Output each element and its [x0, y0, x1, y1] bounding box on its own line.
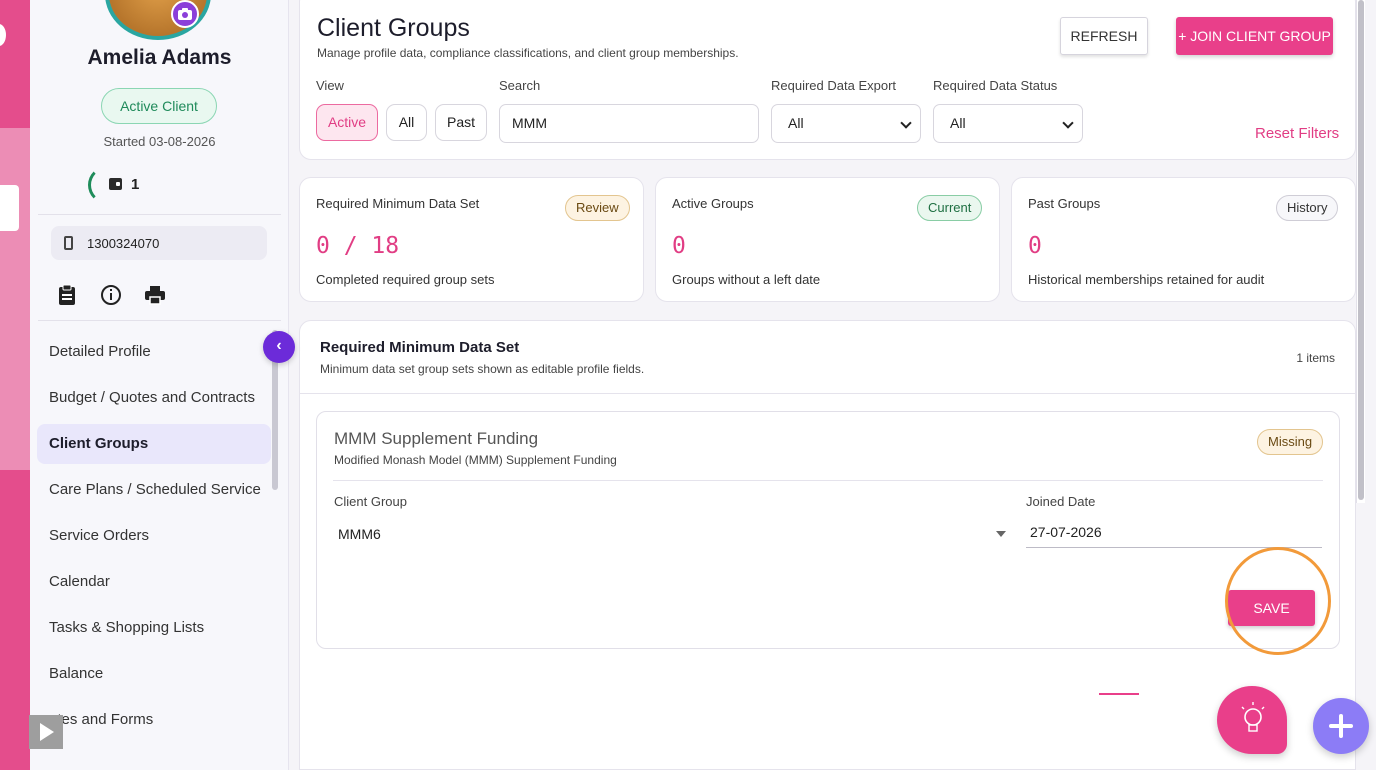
chevron-left-icon[interactable]: ‹ — [263, 331, 295, 363]
highlight-ring — [1225, 547, 1331, 655]
section-subtitle: Minimum data set group sets shown as edi… — [320, 362, 645, 376]
export-select-value: All — [788, 115, 804, 131]
sidebar-item-client-groups[interactable]: Client Groups — [37, 424, 271, 464]
phone-number: 1300324070 — [87, 236, 160, 251]
joined-date-label: Joined Date — [1026, 494, 1096, 509]
wallet-icon — [109, 178, 122, 190]
section-title: Required Minimum Data Set — [320, 339, 520, 356]
refresh-button[interactable]: REFRESH — [1060, 17, 1148, 55]
sidebar: Amelia Adams Active Client Started 03-08… — [30, 0, 289, 770]
sidebar-nav: Detailed Profile Budget / Quotes and Con… — [37, 332, 271, 746]
stat-title: Past Groups — [1028, 196, 1101, 211]
divider — [333, 480, 1323, 481]
divider — [300, 393, 1357, 394]
wallet-count: 1 — [131, 176, 140, 193]
stat-title: Active Groups — [672, 196, 754, 211]
camera-icon[interactable] — [171, 0, 199, 28]
status-select[interactable]: All — [933, 104, 1083, 143]
reset-filters-link[interactable]: Reset Filters — [1255, 125, 1339, 142]
tab-indicator — [1099, 693, 1139, 695]
group-set-subtitle: Modified Monash Model (MMM) Supplement F… — [334, 453, 617, 467]
rail-highlight — [0, 128, 30, 470]
sidebar-item-tasks[interactable]: Tasks & Shopping Lists — [37, 608, 271, 648]
joined-date-field[interactable]: 27-07-2026 — [1030, 524, 1102, 540]
sidebar-item-calendar[interactable]: Calendar — [37, 562, 271, 602]
caret-down-icon[interactable] — [996, 531, 1006, 537]
phone-box[interactable]: 1300324070 — [51, 226, 267, 260]
item-count: 1 items — [1296, 351, 1335, 365]
sidebar-item-service-orders[interactable]: Service Orders — [37, 516, 271, 556]
view-label: View — [316, 78, 344, 93]
sidebar-item-care-plans[interactable]: Care Plans / Scheduled Service — [37, 470, 271, 510]
status-badge: History — [1276, 195, 1339, 221]
stat-card-past-groups: Past Groups History 0 Historical members… — [1011, 177, 1356, 302]
view-all-button[interactable]: All — [386, 104, 427, 141]
status-badge: Review — [565, 195, 630, 221]
clipboard-icon[interactable] — [56, 284, 78, 306]
left-rail — [0, 0, 30, 770]
minimum-data-section: Required Minimum Data Set Minimum data s… — [299, 320, 1357, 770]
divider — [38, 214, 281, 215]
stat-description: Groups without a left date — [672, 272, 821, 287]
lightbulb-icon[interactable] — [1217, 686, 1287, 754]
add-icon[interactable] — [1313, 698, 1369, 754]
search-input[interactable]: MMM — [499, 104, 759, 143]
group-set-card: MMM Supplement Funding Modified Monash M… — [316, 411, 1340, 649]
stat-value: 0 / 18 — [316, 233, 400, 259]
info-icon[interactable] — [100, 284, 122, 306]
client-group-label: Client Group — [334, 494, 407, 509]
stat-card-active-groups: Active Groups Current 0 Groups without a… — [655, 177, 1000, 302]
status-select-value: All — [950, 115, 966, 131]
page-subtitle: Manage profile data, compliance classifi… — [317, 46, 739, 60]
client-group-select[interactable]: MMM6 — [338, 526, 381, 542]
export-label: Required Data Export — [771, 78, 897, 93]
play-icon[interactable] — [29, 715, 63, 749]
status-badge: Current — [917, 195, 983, 221]
sidebar-item-budget[interactable]: Budget / Quotes and Contracts — [37, 378, 271, 418]
sidebar-item-detailed-profile[interactable]: Detailed Profile — [37, 332, 271, 372]
group-set-title: MMM Supplement Funding — [334, 429, 539, 448]
search-label: Search — [499, 78, 541, 93]
phone-icon — [64, 236, 73, 250]
rail-dot — [0, 24, 6, 46]
print-icon[interactable] — [144, 284, 166, 306]
stat-description: Historical memberships retained for audi… — [1028, 272, 1265, 287]
chevron-down-icon — [1062, 117, 1074, 129]
header-card: Client Groups Manage profile data, compl… — [299, 0, 1356, 160]
main-scrollbar[interactable] — [1356, 0, 1365, 503]
scrollbar-thumb[interactable] — [1358, 0, 1364, 500]
chevron-down-icon — [900, 117, 912, 129]
stat-card-minimum-data: Required Minimum Data Set Review 0 / 18 … — [299, 177, 644, 302]
main-content: Client Groups Manage profile data, compl… — [289, 0, 1376, 770]
user-name: Amelia Adams — [87, 46, 232, 69]
stat-description: Completed required group sets — [316, 272, 495, 287]
sidebar-item-balance[interactable]: Balance — [37, 654, 271, 694]
sidebar-item-notes-forms[interactable]: otes and Forms — [37, 700, 271, 740]
divider — [38, 320, 281, 321]
started-date: Started 03-08-2026 — [103, 134, 216, 149]
page-title: Client Groups — [317, 14, 470, 42]
join-client-group-button[interactable]: + JOIN CLIENT GROUP — [1176, 17, 1333, 55]
status-label: Required Data Status — [933, 78, 1058, 93]
export-select[interactable]: All — [771, 104, 921, 143]
view-active-button[interactable]: Active — [316, 104, 378, 141]
view-past-button[interactable]: Past — [435, 104, 487, 141]
rail-active-marker — [0, 185, 19, 231]
client-status-badge: Active Client — [101, 88, 217, 124]
stat-value: 0 — [672, 233, 686, 259]
stat-value: 0 — [1028, 233, 1042, 259]
status-badge: Missing — [1257, 429, 1324, 455]
stat-title: Required Minimum Data Set — [316, 196, 480, 211]
